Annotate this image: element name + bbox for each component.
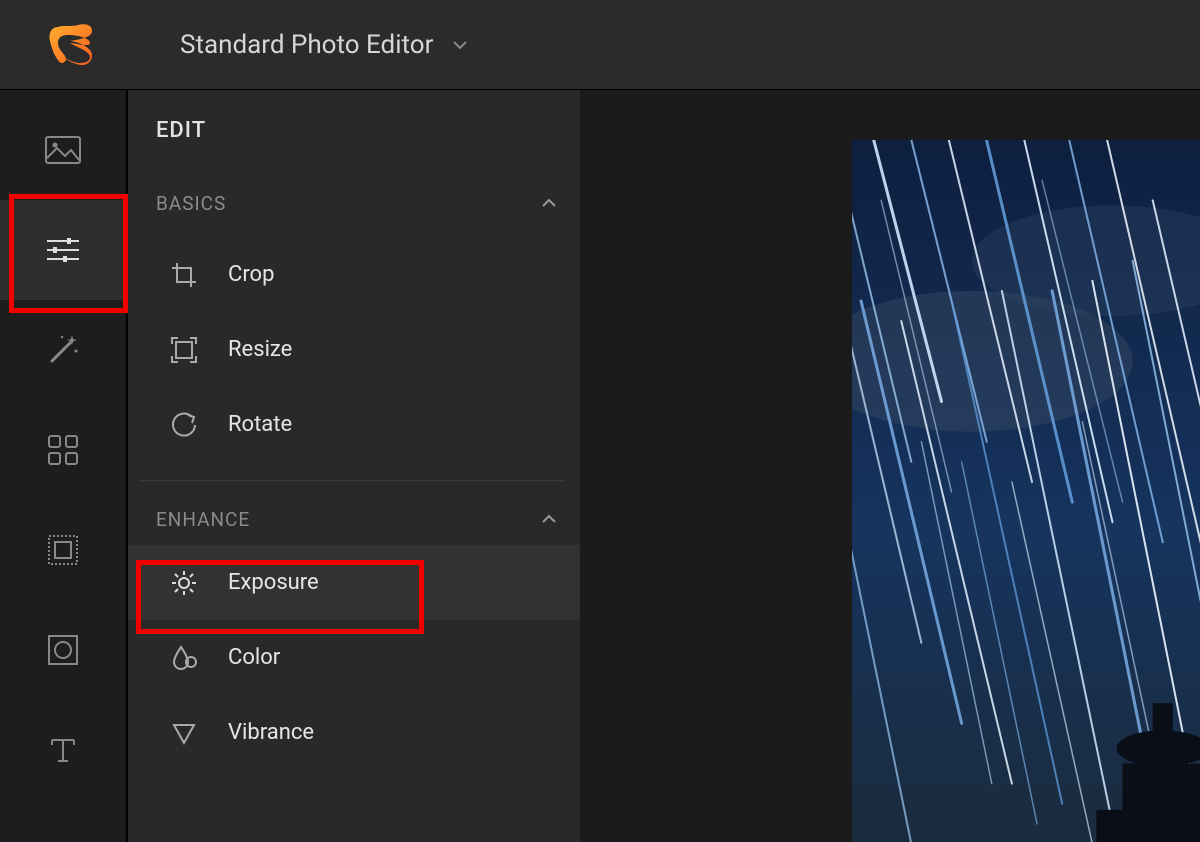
grid-icon [47, 434, 79, 466]
section-enhance: ENHANCE [128, 499, 580, 770]
rail-item-image[interactable] [0, 100, 126, 200]
magic-wand-icon [46, 333, 80, 367]
sliders-icon [45, 235, 81, 265]
section-label: ENHANCE [156, 508, 250, 531]
item-label: Resize [228, 337, 292, 362]
droplet-icon [168, 642, 200, 674]
tool-rail [0, 90, 128, 842]
editor-mode-dropdown[interactable]: Standard Photo Editor [180, 30, 469, 60]
section-header-enhance[interactable]: ENHANCE [128, 499, 580, 539]
chevron-down-icon [451, 36, 469, 54]
item-color[interactable]: Color [128, 620, 580, 695]
circle-shape-icon [47, 634, 79, 666]
item-resize[interactable]: Resize [128, 312, 580, 387]
edit-panel: EDIT BASICS Crop [128, 90, 580, 842]
text-icon [48, 735, 78, 765]
chevron-up-icon [540, 194, 558, 212]
rail-item-shapes[interactable] [0, 600, 126, 700]
panel-title: EDIT [128, 90, 580, 153]
canvas-area[interactable] [580, 90, 1200, 842]
item-label: Exposure [228, 570, 319, 595]
section-label: BASICS [156, 192, 226, 215]
triangle-icon [168, 717, 200, 749]
resize-icon [168, 334, 200, 366]
editor-mode-label: Standard Photo Editor [180, 30, 433, 60]
sun-icon [168, 567, 200, 599]
app-header: Standard Photo Editor [0, 0, 1200, 90]
photo-preview [852, 140, 1200, 842]
section-basics: BASICS Crop [128, 183, 580, 462]
chevron-up-icon [540, 510, 558, 528]
item-exposure[interactable]: Exposure [128, 545, 580, 620]
rail-item-grid[interactable] [0, 400, 126, 500]
rail-item-frames[interactable] [0, 500, 126, 600]
main-area: EDIT BASICS Crop [0, 90, 1200, 842]
item-label: Rotate [228, 412, 292, 437]
item-crop[interactable]: Crop [128, 237, 580, 312]
item-label: Color [228, 645, 280, 670]
section-header-basics[interactable]: BASICS [128, 183, 580, 223]
frames-icon [47, 534, 79, 566]
rail-item-text[interactable] [0, 700, 126, 800]
rail-item-edit[interactable] [0, 200, 126, 300]
rotate-icon [168, 409, 200, 441]
item-label: Vibrance [228, 720, 314, 745]
item-label: Crop [228, 262, 274, 287]
section-divider [140, 480, 564, 481]
app-logo [46, 21, 94, 69]
item-vibrance[interactable]: Vibrance [128, 695, 580, 770]
item-rotate[interactable]: Rotate [128, 387, 580, 462]
rail-item-effects[interactable] [0, 300, 126, 400]
crop-icon [168, 259, 200, 291]
image-icon [45, 136, 81, 164]
